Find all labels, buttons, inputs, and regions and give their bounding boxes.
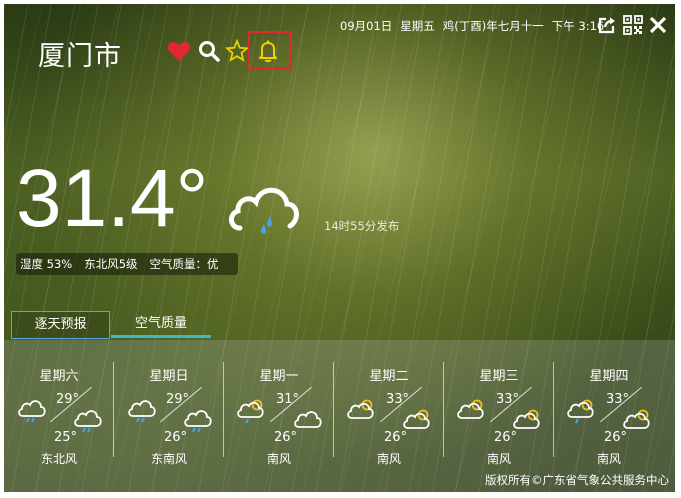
bell-icon[interactable] [254,37,282,65]
low-temp: 26° [274,430,298,445]
city-name[interactable]: 厦门市 [38,34,122,73]
rain-cloud-icon [229,187,299,234]
date-text: 09月01日 [340,19,393,33]
wind-direction: 东北风 [40,452,77,466]
day-name: 星期四 [589,369,629,384]
low-temp: 26° [164,430,188,445]
low-temp: 26° [494,430,518,445]
lunar-date: 鸡(丁酉)年七月十一 [442,19,544,33]
tab-daily-forecast[interactable]: 逐天预报 [11,311,110,339]
star-icon[interactable] [225,39,249,63]
day-name: 星期日 [149,369,189,384]
rain-cloud-icon [18,400,46,423]
low-temp: 26° [604,430,628,445]
partly-cloudy-icon [347,399,374,419]
day-name: 星期三 [479,369,519,384]
current-temperature: 31.4° [16,153,209,244]
wind-direction: 南风 [596,452,621,466]
forecast-day[interactable]: 星期日 29° 26° 东南风 [114,340,224,466]
day-name: 星期六 [39,369,79,384]
wind-direction: 南风 [376,452,401,466]
time-text: 下午 3:16 [551,19,605,33]
date-time-bar: 09月01日 星期五 鸡(丁酉)年七月十一 下午 3:16 [340,18,612,34]
qr-code-icon[interactable] [623,15,643,35]
tab-air-quality[interactable]: 空气质量 [111,311,211,338]
sun-rain-icon [237,399,264,424]
forecast-day[interactable]: 星期六 29° 25° 东北风 [4,340,114,466]
close-icon[interactable] [649,16,667,34]
publish-time: 14时55分发布 [324,219,400,233]
wind-direction: 南风 [266,452,291,466]
day-name: 星期一 [259,369,299,384]
partly-cloudy-icon [457,399,484,419]
low-temp: 25° [54,430,78,445]
current-details: 湿度 53% 东北风5级 空气质量：优 [16,253,238,275]
wind-direction: 南风 [486,452,511,466]
weather-window: 厦门市 09月01日 星期五 鸡(丁酉)年七月十一 下午 3:16 31.4° … [4,4,675,492]
forecast-panel: 星期六 29° 25° 东北风 星期日 29° 26° 东南风 星期一 31° … [4,340,675,492]
sun-rain-icon [567,399,594,424]
day-name: 星期二 [369,369,409,384]
forecast-day[interactable]: 星期一 31° 26° 南风 [224,340,334,466]
heart-icon[interactable] [167,40,191,62]
search-icon[interactable] [197,39,221,63]
forecast-day[interactable]: 星期四 33° 26° 南风 [554,340,664,466]
forecast-day[interactable]: 星期三 33° 26° 南风 [444,340,554,466]
weekday-text: 星期五 [400,19,435,33]
air-quality-text: 空气质量：优 [149,257,219,271]
forecast-day[interactable]: 星期二 33° 26° 南风 [334,340,444,466]
wind-direction: 东南风 [150,452,187,466]
wind-text: 东北风5级 [84,257,138,271]
rain-cloud-icon [128,400,156,423]
copyright-text: 版权所有©广东省气象公共服务中心 [485,473,669,487]
humidity-text: 湿度 53% [20,257,73,271]
share-icon[interactable] [598,16,616,34]
low-temp: 26° [384,430,408,445]
